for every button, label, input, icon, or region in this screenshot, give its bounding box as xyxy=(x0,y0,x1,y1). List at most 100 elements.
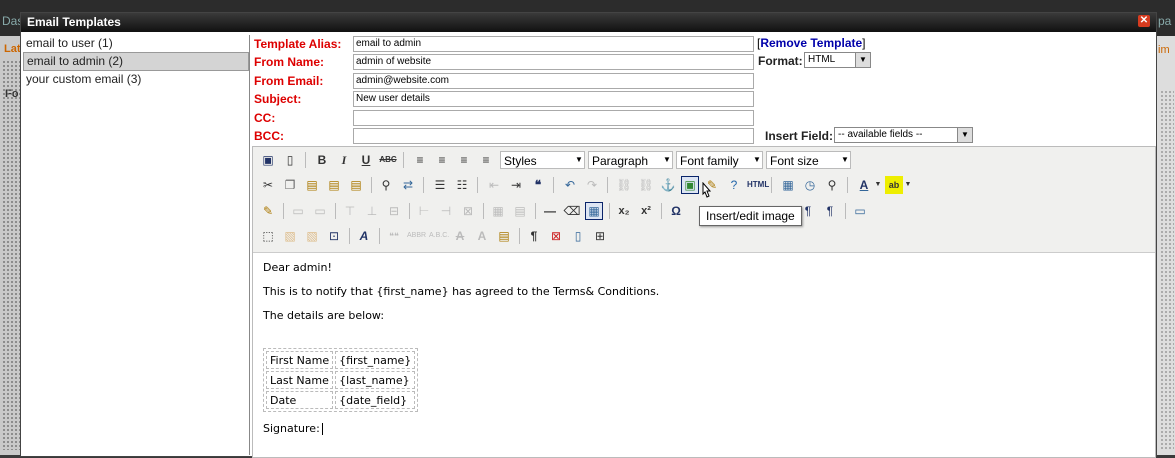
table-cell-label: First Name xyxy=(266,351,334,369)
del-icon[interactable]: A xyxy=(451,227,469,245)
numbered-list-icon[interactable]: ☷ xyxy=(453,176,471,194)
insert-field-value: -- available fields -- xyxy=(838,129,923,140)
align-justify-icon[interactable]: ≡ xyxy=(477,151,495,169)
paragraph-label: Paragraph xyxy=(592,154,649,168)
subscript-icon[interactable]: x₂ xyxy=(615,202,633,220)
align-right-icon[interactable]: ≡ xyxy=(455,151,473,169)
template-item[interactable]: your custom email (3) xyxy=(23,71,249,88)
insert-col-before-icon[interactable]: ⊢ xyxy=(415,202,433,220)
row-props-icon[interactable]: ▭ xyxy=(289,202,307,220)
cc-input[interactable] xyxy=(353,110,754,126)
abbr-icon[interactable]: ABBR xyxy=(407,227,426,245)
merge-cells-icon[interactable]: ▤ xyxy=(511,202,529,220)
insert-row-before-icon[interactable]: ⊤ xyxy=(341,202,359,220)
redo-icon[interactable]: ↷ xyxy=(583,176,601,194)
move-forward-icon[interactable]: ▧ xyxy=(281,227,299,245)
cite-icon[interactable]: ❝❝ xyxy=(385,227,403,245)
split-cells-icon[interactable]: ▦ xyxy=(489,202,507,220)
separator xyxy=(305,152,306,168)
paste-text-icon[interactable]: ▤ xyxy=(325,176,343,194)
cell-props-icon[interactable]: ▭ xyxy=(311,202,329,220)
unlink-icon[interactable]: ⛓ xyxy=(637,176,655,194)
alias-input[interactable]: email to admin xyxy=(353,36,754,52)
remove-template-link[interactable]: Remove Template xyxy=(760,36,862,50)
move-backward-icon[interactable]: ▧ xyxy=(303,227,321,245)
insert-field-select[interactable]: -- available fields -- ▼ xyxy=(834,127,973,143)
editor-content[interactable]: Dear admin! This is to notify that {firs… xyxy=(263,261,659,435)
chevron-down-icon: ▼ xyxy=(841,155,849,164)
html-source-button[interactable]: HTML xyxy=(747,176,769,194)
insert-date-icon[interactable]: ▦ xyxy=(779,176,797,194)
bold-icon[interactable]: B xyxy=(313,151,331,169)
subject-input[interactable]: New user details xyxy=(353,91,754,107)
save-icon[interactable]: ▣ xyxy=(259,151,277,169)
bracket-close: ] xyxy=(862,36,866,50)
paragraph-dropdown[interactable]: Paragraph ▼ xyxy=(588,151,673,169)
edit-css-icon[interactable]: ✎ xyxy=(259,202,277,220)
page-break-icon[interactable]: ⊞ xyxy=(591,227,609,245)
insert-time-icon[interactable]: ◷ xyxy=(801,176,819,194)
indent-icon[interactable]: ⇥ xyxy=(507,176,525,194)
replace-icon[interactable]: ⇄ xyxy=(399,176,417,194)
paste-word-icon[interactable]: ▤ xyxy=(347,176,365,194)
separator xyxy=(519,228,520,244)
superscript-icon[interactable]: x² xyxy=(637,202,655,220)
link-icon[interactable]: ⛓ xyxy=(615,176,633,194)
help-icon[interactable]: ? xyxy=(725,176,743,194)
find-icon[interactable]: ⚲ xyxy=(377,176,395,194)
chevron-down-icon: ▼ xyxy=(663,155,671,164)
strikethrough-icon[interactable]: ABC xyxy=(379,151,397,169)
dialog-titlebar[interactable]: Email Templates ✕ xyxy=(21,13,1156,32)
bullet-list-icon[interactable]: ☰ xyxy=(431,176,449,194)
absolute-position-icon[interactable]: ⊡ xyxy=(325,227,343,245)
insert-image-icon[interactable]: ▣ xyxy=(681,176,699,194)
template-item-selected[interactable]: email to admin (2) xyxy=(23,52,249,71)
from-name-input[interactable]: admin of website xyxy=(353,54,754,70)
show-invisible-icon[interactable]: ¶ xyxy=(525,227,543,245)
preview-icon[interactable]: ⚲ xyxy=(823,176,841,194)
rtl-icon[interactable]: ¶ xyxy=(821,202,839,220)
acronym-icon[interactable]: A.B.C. xyxy=(429,227,449,245)
insert-layer-icon[interactable]: ⬚ xyxy=(259,227,277,245)
copy-icon[interactable]: ❐ xyxy=(281,176,299,194)
template-icon[interactable]: ▯ xyxy=(569,227,587,245)
italic-icon[interactable]: I xyxy=(335,151,353,169)
styleprops-icon[interactable]: A xyxy=(355,227,373,245)
bcc-input[interactable] xyxy=(353,128,754,144)
insert-col-after-icon[interactable]: ⊣ xyxy=(437,202,455,220)
ins-icon[interactable]: A xyxy=(473,227,491,245)
outdent-icon[interactable]: ⇤ xyxy=(485,176,503,194)
underline-icon[interactable]: U xyxy=(357,151,375,169)
from-email-label: From Email: xyxy=(254,74,324,88)
remove-format-icon[interactable]: ⌫ xyxy=(563,202,581,220)
dialog-title: Email Templates xyxy=(27,15,121,29)
close-icon[interactable]: ✕ xyxy=(1138,15,1150,27)
font-family-dropdown[interactable]: Font family ▼ xyxy=(676,151,763,169)
table-icon[interactable]: ▦ xyxy=(585,202,603,220)
delete-row-icon[interactable]: ⊟ xyxy=(385,202,403,220)
special-char-icon[interactable]: Ω xyxy=(667,202,685,220)
template-item[interactable]: email to user (1) xyxy=(23,35,249,52)
format-select[interactable]: HTML ▼ xyxy=(804,52,871,68)
blockquote-icon[interactable]: ❝ xyxy=(529,176,547,194)
align-left-icon[interactable]: ≡ xyxy=(411,151,429,169)
horizontal-rule-icon[interactable]: — xyxy=(541,202,559,220)
anchor-icon[interactable]: ⚓ xyxy=(659,176,677,194)
fullscreen-icon[interactable]: ▭ xyxy=(851,202,869,220)
attributes-icon[interactable]: ▤ xyxy=(495,227,513,245)
non-breaking-icon[interactable]: ⊠ xyxy=(547,227,565,245)
paste-icon[interactable]: ▤ xyxy=(303,176,321,194)
cut-icon[interactable]: ✂ xyxy=(259,176,277,194)
separator xyxy=(609,203,610,219)
delete-col-icon[interactable]: ⊠ xyxy=(459,202,477,220)
from-email-input[interactable]: admin@website.com xyxy=(353,73,754,89)
undo-icon[interactable]: ↶ xyxy=(561,176,579,194)
align-center-icon[interactable]: ≡ xyxy=(433,151,451,169)
font-size-dropdown[interactable]: Font size ▼ xyxy=(766,151,851,169)
styles-label: Styles xyxy=(504,154,537,168)
chevron-down-icon[interactable]: ▼ xyxy=(899,176,917,194)
insert-row-after-icon[interactable]: ⊥ xyxy=(363,202,381,220)
styles-dropdown[interactable]: Styles ▼ xyxy=(500,151,585,169)
new-document-icon[interactable]: ▯ xyxy=(281,151,299,169)
separator xyxy=(283,203,284,219)
